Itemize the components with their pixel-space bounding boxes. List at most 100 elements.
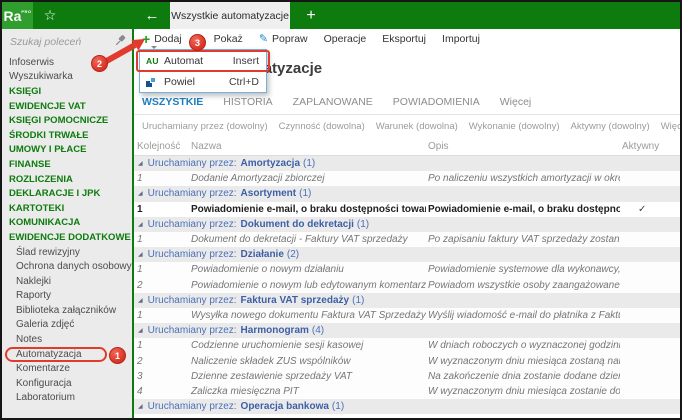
sidebar-item-infoserwis[interactable]: Infoserwis [2, 55, 132, 70]
group-row-operacja-bankowa[interactable]: ◢ Uruchamiany przez: Operacja bankowa (1) [134, 399, 680, 415]
cell-nazwa: Codzienne uruchomienie sesji kasowej [191, 340, 364, 352]
toolbar-operacje-button[interactable]: Operacje [324, 33, 367, 45]
sidebar-item-laboratorium[interactable]: Laboratorium [2, 391, 132, 406]
tab-historia[interactable]: HISTORIA [223, 96, 272, 108]
cell-kolejnosc: 1 [137, 309, 143, 321]
sidebar-item-kartoteki[interactable]: KARTOTEKI [2, 201, 132, 216]
collapse-triangle-icon[interactable]: ◢ [138, 221, 143, 228]
cell-nazwa: Powiadomienie o nowym działaniu [191, 264, 344, 276]
sidebar-item-notes[interactable]: Notes [2, 332, 132, 347]
group-name: Harmonogram [240, 325, 309, 337]
group-prefix: Uruchamiany przez: [147, 294, 237, 306]
cell-kolejnosc: 3 [137, 370, 143, 382]
pin-icon[interactable] [115, 33, 126, 51]
plus-icon: + [142, 31, 151, 47]
group-name: Faktura VAT sprzedaży [240, 294, 350, 306]
tab-wszystkie[interactable]: WSZYSTKIE [142, 96, 203, 108]
collapse-triangle-icon[interactable]: ◢ [138, 251, 143, 258]
sidebar-item-raporty[interactable]: Raporty [2, 289, 132, 304]
collapse-triangle-icon[interactable]: ◢ [138, 160, 143, 167]
group-row-harmonogram[interactable]: ◢ Uruchamiany przez: Harmonogram (4) [134, 323, 680, 339]
sidebar-item-rozliczenia[interactable]: ROZLICZENIA [2, 172, 132, 187]
group-prefix: Uruchamiany przez: [147, 401, 237, 413]
tab-zaplanowane[interactable]: ZAPLANOWANE [293, 96, 373, 108]
filter-warunek-dowolna[interactable]: Warunek (dowolna) [376, 121, 458, 132]
app-logo[interactable]: Ra PRO [2, 2, 33, 29]
cell-opis: Powiadom wszystkie osoby zaangażowane w.… [428, 279, 620, 291]
table-row[interactable]: 1 Dodanie Amortyzacji zbiorczej Po nalicze… [134, 171, 680, 187]
collapse-triangle-icon[interactable]: ◢ [138, 327, 143, 334]
sidebar-item-umowy-i-place[interactable]: UMOWY I PŁACE [2, 143, 132, 158]
favorites-star-icon[interactable]: ☆ [33, 2, 67, 29]
toolbar-pokaz-label: Pokaż [213, 33, 243, 45]
sidebar-item-naklejki[interactable]: Naklejki [2, 274, 132, 289]
logo-text: Ra [3, 7, 22, 24]
sidebar-item-komentarze[interactable]: Komentarze [2, 361, 132, 376]
dropdown-item-powiel[interactable]: Powiel Ctrl+D [140, 71, 266, 92]
sidebar-item-srodki-trwale[interactable]: ŚRODKI TRWAŁE [2, 128, 132, 143]
cell-kolejnosc: 1 [137, 203, 143, 215]
collapse-triangle-icon[interactable]: ◢ [138, 297, 143, 304]
sidebar-item-slad-rewizyjny[interactable]: Ślad rewizyjny [2, 245, 132, 260]
tab-wie-cej[interactable]: Więcej [500, 96, 532, 108]
sidebar-item-ochrona-danych-osobowych[interactable]: Ochrona danych osobowych [2, 259, 142, 274]
group-row-dokument-do-dekretacji[interactable]: ◢ Uruchamiany przez: Dokument do dekretacj… [134, 216, 680, 232]
new-tab-button[interactable]: + [298, 2, 324, 29]
filter-wie-cej[interactable]: Więcej [661, 121, 680, 132]
sidebar-item-ksie-gi[interactable]: KSIĘGI [2, 84, 132, 99]
sidebar-item-ewidencje-dodatkowe[interactable]: EWIDENCJE DODATKOWE [2, 230, 132, 245]
table-row[interactable]: 3 Dzienne zestawienie sprzedaży VAT Na zak… [134, 368, 680, 384]
dropdown-item-label: Powiel [164, 75, 195, 88]
collapse-triangle-icon[interactable]: ◢ [138, 190, 143, 197]
toolbar-popraw-button[interactable]: ✎ Popraw [259, 33, 308, 45]
table-row[interactable]: 2 Naliczenie składek ZUS wspólników W wyzn… [134, 353, 680, 369]
cell-nazwa: Dokument do dekretacji - Faktury VAT spr… [191, 234, 408, 246]
column-header-kolejnosc[interactable]: Kolejność [134, 141, 189, 152]
table-row[interactable]: 1 Dokument do dekretacji - Faktury VAT sp… [134, 231, 680, 248]
cell-kolejnosc: 1 [137, 173, 143, 185]
back-arrow-icon: ← [144, 7, 160, 24]
group-row-faktura-vat-sprzedazy[interactable]: ◢ Uruchamiany przez: Faktura VAT sprzedaży… [134, 292, 680, 308]
sidebar-item-finanse[interactable]: FINANSE [2, 157, 132, 172]
sidebar-item-ksie-gi-pomocnicze[interactable]: KSIĘGI POMOCNICZE [2, 113, 132, 128]
tab-wszystkie-automatyzacje[interactable]: Wszystkie automatyzacje [170, 2, 290, 29]
group-row-dzialanie[interactable]: ◢ Uruchamiany przez: Działanie (2) [134, 247, 680, 263]
toolbar: + Dodaj Pokaż ✎ Popraw Operacje Eksportuj Impor… [134, 29, 680, 49]
sidebar-item-ewidencje-vat[interactable]: EWIDENCJE VAT [2, 99, 132, 114]
command-search-input[interactable] [8, 35, 113, 49]
sidebar-item-deklaracje-i-jpk[interactable]: DEKLARACJE I JPK [2, 186, 132, 201]
filter-uruchamiany-przez-dowolny[interactable]: Uruchamiany przez (dowolny) [142, 121, 268, 132]
cell-nazwa: Dzienne zestawienie sprzedaży VAT [191, 370, 353, 382]
toolbar-dodaj-button[interactable]: + Dodaj [142, 32, 182, 46]
group-row-amortyzacja[interactable]: ◢ Uruchamiany przez: Amortyzacja (1) [134, 156, 680, 172]
table-row[interactable]: 4 Zaliczka miesięczna PIT W wyznaczonym dn… [134, 383, 680, 399]
sidebar-item-komunikacja[interactable]: KOMUNIKACJA [2, 216, 132, 231]
toolbar-eksportuj-label: Eksportuj [382, 33, 427, 45]
column-header-aktywny[interactable]: Aktywny [620, 141, 680, 152]
sidebar-item-galeria-zdje-c[interactable]: Galeria zdjęć [2, 318, 132, 333]
table-row[interactable]: 1 Powiadomienie e-mail, o braku dostępnoś… [134, 201, 680, 217]
table-row[interactable]: 2 Powiadomienie o nowym lub edytowanym ko… [134, 277, 680, 293]
toolbar-eksportuj-button[interactable]: Eksportuj [382, 33, 426, 45]
table-row[interactable]: 1 Codzienne uruchomienie sesji kasowej W d… [134, 338, 680, 354]
tab-powiadomienia[interactable]: POWIADOMIENIA [393, 96, 480, 108]
group-row-asortyment[interactable]: ◢ Uruchamiany przez: Asortyment (1) [134, 186, 680, 202]
group-count: (1) [356, 218, 370, 230]
cell-kolejnosc: 2 [137, 279, 143, 291]
collapse-triangle-icon[interactable]: ◢ [138, 403, 143, 410]
back-button[interactable]: ← [140, 2, 164, 29]
sidebar-item-konfiguracja[interactable]: Konfiguracja [2, 376, 132, 391]
filter-wykonanie-dowolny[interactable]: Wykonanie (dowolny) [469, 121, 560, 132]
filter-czynnosc-dowolna[interactable]: Czynność (dowolna) [279, 121, 365, 132]
filter-aktywny-dowolny[interactable]: Aktywny (dowolny) [571, 121, 650, 132]
toolbar-importuj-button[interactable]: Importuj [442, 33, 480, 45]
app-window: RaPRO ☆ ← Wszystkie automatyzacje + Info… [0, 0, 682, 420]
sidebar-item-wyszukiwarka[interactable]: Wyszukiwarka [2, 70, 132, 85]
annotation-step-3: 3 [189, 34, 206, 51]
table-header: Kolejność Nazwa Opis Aktywny [134, 137, 680, 156]
column-header-opis[interactable]: Opis [426, 141, 620, 152]
sidebar-item-biblioteka-zala-cznikow[interactable]: Biblioteka załączników [2, 303, 132, 318]
column-header-nazwa[interactable]: Nazwa [189, 141, 426, 152]
table-row[interactable]: 1 Wysyłka nowego dokumentu Faktura VAT Sp… [134, 307, 680, 324]
table-row[interactable]: 1 Powiadomienie o nowym działaniu Powiadom… [134, 262, 680, 278]
